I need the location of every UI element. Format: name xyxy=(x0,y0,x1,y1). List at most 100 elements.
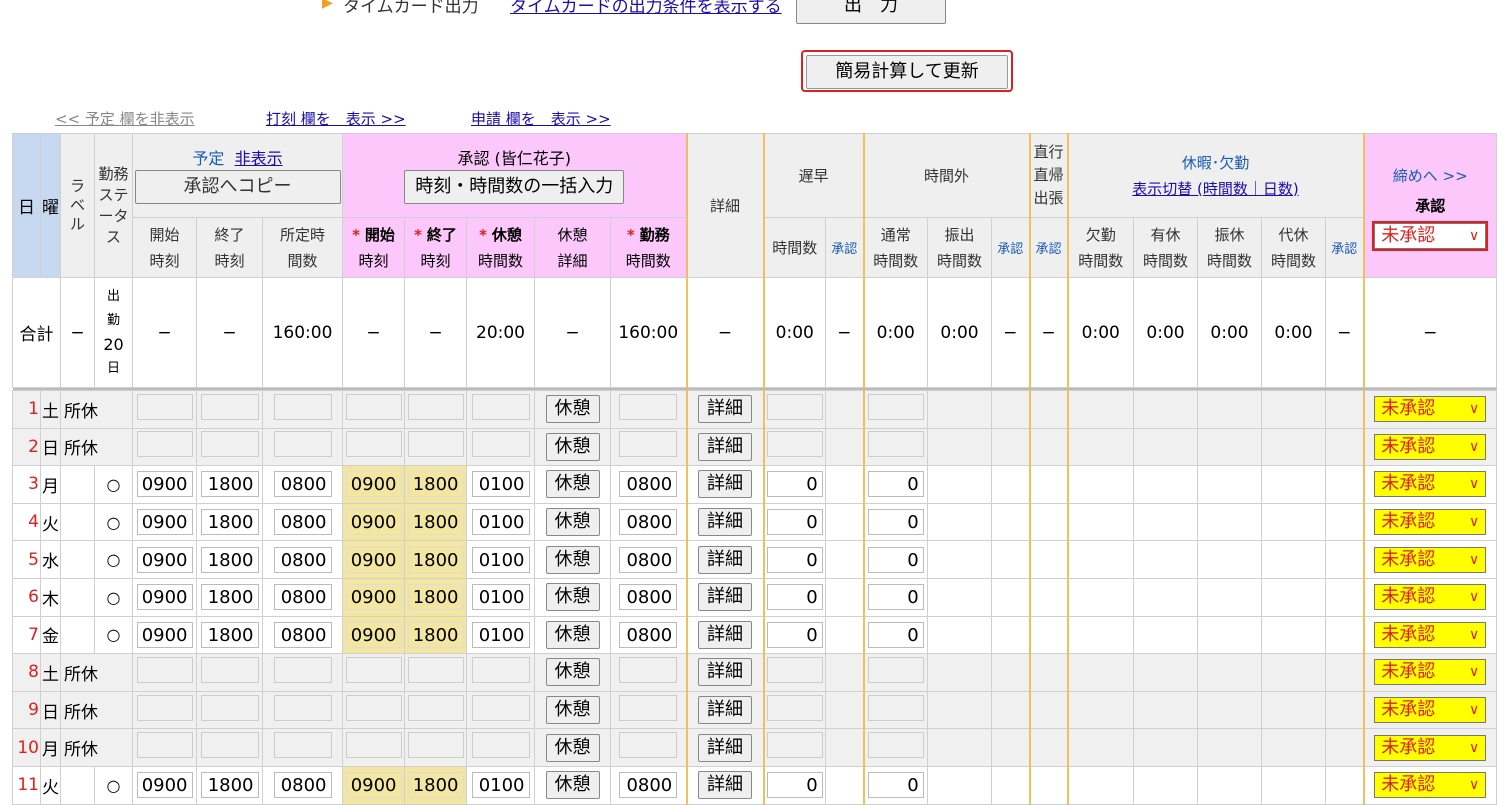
late-input[interactable] xyxy=(766,431,823,458)
approval-select[interactable]: 未承認 ∨ xyxy=(1374,509,1487,536)
approve-end-input[interactable]: 1800 xyxy=(407,509,464,536)
break-detail-button[interactable]: 休憩 xyxy=(545,733,600,762)
plan-start-input[interactable] xyxy=(136,732,193,759)
plan-end-input[interactable] xyxy=(200,393,259,420)
approve-start-input[interactable] xyxy=(345,732,402,759)
approve-work-input[interactable] xyxy=(619,431,678,458)
plan-start-input[interactable]: 0900 xyxy=(136,772,193,799)
plan-start-input[interactable]: 0900 xyxy=(136,621,193,648)
plan-sched-input[interactable]: 0800 xyxy=(273,772,332,799)
plan-sched-input[interactable] xyxy=(273,732,332,759)
approve-work-input[interactable]: 0800 xyxy=(619,546,678,573)
bulk-approval-select[interactable]: 未承認 ∨ xyxy=(1372,220,1489,251)
approval-select[interactable]: 未承認 ∨ xyxy=(1374,584,1487,611)
plan-end-input[interactable]: 1800 xyxy=(200,546,259,573)
leave-display-toggle-link[interactable]: 表示切替 (時間数｜日数) xyxy=(1070,176,1363,202)
approval-select[interactable]: 未承認 ∨ xyxy=(1374,471,1487,498)
plan-sched-input[interactable]: 0800 xyxy=(273,509,332,536)
approval-select[interactable]: 未承認 ∨ xyxy=(1374,659,1487,686)
plan-start-input[interactable] xyxy=(136,694,193,721)
approve-end-input[interactable] xyxy=(407,431,464,458)
approve-work-input[interactable] xyxy=(619,694,678,721)
detail-button[interactable]: 詳細 xyxy=(698,658,752,687)
normal-input[interactable]: 0 xyxy=(867,471,924,498)
normal-input[interactable]: 0 xyxy=(867,509,924,536)
approve-work-input[interactable] xyxy=(619,393,678,420)
approve-work-input[interactable]: 0800 xyxy=(619,772,678,799)
approve-start-input[interactable]: 0900 xyxy=(345,546,402,573)
hide-yotei-link[interactable]: << 予定 欄を非表示 xyxy=(55,108,195,129)
normal-input[interactable] xyxy=(867,393,924,420)
late-input[interactable]: 0 xyxy=(766,471,823,498)
break-detail-button[interactable]: 休憩 xyxy=(545,771,600,800)
approve-start-input[interactable]: 0900 xyxy=(345,621,402,648)
approve-work-input[interactable] xyxy=(619,656,678,683)
plan-start-input[interactable]: 0900 xyxy=(136,546,193,573)
approve-break-input[interactable]: 0100 xyxy=(471,471,530,498)
plan-end-input[interactable]: 1800 xyxy=(200,772,259,799)
plan-sched-input[interactable] xyxy=(273,694,332,721)
detail-button[interactable]: 詳細 xyxy=(698,733,752,762)
approve-break-input[interactable] xyxy=(471,694,530,721)
late-input[interactable]: 0 xyxy=(766,772,823,799)
plan-end-input[interactable] xyxy=(200,694,259,721)
bulk-input-button[interactable]: 時刻・時間数の一括入力 xyxy=(404,169,625,204)
approve-work-input[interactable]: 0800 xyxy=(619,471,678,498)
approve-end-input[interactable] xyxy=(407,393,464,420)
approve-end-input[interactable]: 1800 xyxy=(407,546,464,573)
approve-start-input[interactable]: 0900 xyxy=(345,471,402,498)
plan-start-input[interactable] xyxy=(136,393,193,420)
normal-input[interactable] xyxy=(867,694,924,721)
detail-button[interactable]: 詳細 xyxy=(698,583,752,612)
plan-sched-input[interactable]: 0800 xyxy=(273,471,332,498)
plan-end-input[interactable]: 1800 xyxy=(200,584,259,611)
approve-work-input[interactable]: 0800 xyxy=(619,584,678,611)
plan-start-input[interactable]: 0900 xyxy=(136,509,193,536)
approve-end-input[interactable]: 1800 xyxy=(407,772,464,799)
plan-end-input[interactable]: 1800 xyxy=(200,471,259,498)
late-input[interactable] xyxy=(766,656,823,683)
close-link[interactable]: 締めへ >> xyxy=(1366,161,1496,191)
approve-start-input[interactable] xyxy=(345,656,402,683)
yotei-hide-link[interactable]: 非表示 xyxy=(235,149,283,168)
plan-sched-input[interactable] xyxy=(273,431,332,458)
late-input[interactable]: 0 xyxy=(766,621,823,648)
normal-input[interactable]: 0 xyxy=(867,584,924,611)
approval-select[interactable]: 未承認 ∨ xyxy=(1374,546,1487,573)
plan-sched-input[interactable]: 0800 xyxy=(273,584,332,611)
break-detail-button[interactable]: 休憩 xyxy=(545,432,600,461)
normal-input[interactable] xyxy=(867,732,924,759)
simple-calc-button[interactable]: 簡易計算して更新 xyxy=(806,55,1008,89)
plan-end-input[interactable]: 1800 xyxy=(200,621,259,648)
approval-select[interactable]: 未承認 ∨ xyxy=(1374,621,1487,648)
approve-break-input[interactable] xyxy=(471,732,530,759)
detail-button[interactable]: 詳細 xyxy=(698,470,752,499)
approve-end-input[interactable]: 1800 xyxy=(407,584,464,611)
copy-to-approval-button[interactable]: 承認へコピー xyxy=(134,169,341,204)
approval-select[interactable]: 未承認 ∨ xyxy=(1374,433,1487,460)
approve-end-input[interactable] xyxy=(407,694,464,721)
plan-sched-input[interactable]: 0800 xyxy=(273,621,332,648)
approval-select[interactable]: 未承認 ∨ xyxy=(1374,396,1487,423)
plan-end-input[interactable] xyxy=(200,431,259,458)
approve-start-input[interactable]: 0900 xyxy=(345,584,402,611)
normal-input[interactable] xyxy=(867,431,924,458)
break-detail-button[interactable]: 休憩 xyxy=(545,395,600,424)
late-input[interactable] xyxy=(766,393,823,420)
plan-start-input[interactable]: 0900 xyxy=(136,471,193,498)
approve-break-input[interactable]: 0100 xyxy=(471,546,530,573)
plan-end-input[interactable] xyxy=(200,656,259,683)
approve-start-input[interactable]: 0900 xyxy=(345,509,402,536)
normal-input[interactable]: 0 xyxy=(867,772,924,799)
plan-end-input[interactable] xyxy=(200,732,259,759)
break-detail-button[interactable]: 休憩 xyxy=(545,583,600,612)
approve-break-input[interactable] xyxy=(471,656,530,683)
approve-break-input[interactable] xyxy=(471,393,530,420)
break-detail-button[interactable]: 休憩 xyxy=(545,545,600,574)
approve-break-input[interactable]: 0100 xyxy=(471,584,530,611)
detail-button[interactable]: 詳細 xyxy=(698,508,752,537)
approve-break-input[interactable]: 0100 xyxy=(471,509,530,536)
plan-sched-input[interactable]: 0800 xyxy=(273,546,332,573)
timecard-options-link[interactable]: タイムカードの出力条件を表示する xyxy=(510,0,782,17)
plan-end-input[interactable]: 1800 xyxy=(200,509,259,536)
